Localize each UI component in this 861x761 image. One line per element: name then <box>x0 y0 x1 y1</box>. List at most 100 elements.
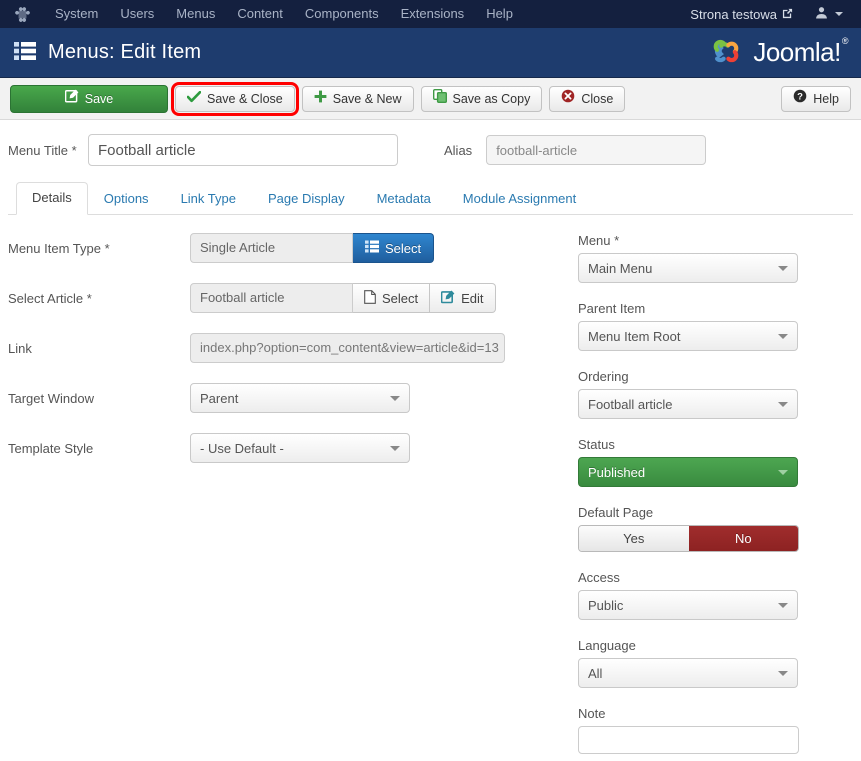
default-page-label: Default Page <box>578 505 654 520</box>
nav-item-extensions[interactable]: Extensions <box>390 0 476 28</box>
save-as-copy-label: Save as Copy <box>452 91 531 106</box>
tab-options[interactable]: Options <box>88 183 165 215</box>
question-circle-icon: ? <box>793 87 807 111</box>
save-and-close-label: Save & Close <box>207 91 283 106</box>
joomla-swirl-icon <box>707 32 745 73</box>
tab-link-type[interactable]: Link Type <box>165 183 252 215</box>
nav-item-components[interactable]: Components <box>294 0 390 28</box>
note-label: Note <box>578 706 606 721</box>
ordering-label: Ordering <box>578 369 629 384</box>
menu-title-input[interactable] <box>88 134 398 166</box>
nav-item-help[interactable]: Help <box>475 0 524 28</box>
tab-page-display[interactable]: Page Display <box>252 183 361 215</box>
svg-text:?: ? <box>797 91 803 102</box>
menu-item-type-control: Single Article Select <box>190 233 435 263</box>
nav-item-users[interactable]: Users <box>109 0 165 28</box>
file-icon <box>364 289 376 307</box>
select-article-control: Football article Select Edit <box>190 283 496 313</box>
navbar-right: Strona testowa <box>682 1 849 27</box>
tab-module-assignment[interactable]: Module Assignment <box>447 183 592 215</box>
joomla-wordmark: Joomla!® <box>753 36 849 67</box>
note-input[interactable] <box>578 726 799 754</box>
field-link: Link index.php?option=com_content&view=a… <box>8 333 578 363</box>
list-icon <box>365 240 379 256</box>
form-right-column: Menu * Main Menu Parent Item Menu Item R… <box>578 233 853 759</box>
field-ordering: Ordering Football article <box>578 369 853 419</box>
select-article-select-label: Select <box>382 290 419 306</box>
status-value: Published <box>588 464 646 480</box>
field-template-style: Template Style - Use Default - <box>8 433 578 463</box>
site-preview-link[interactable]: Strona testowa <box>682 2 801 27</box>
close-circle-icon <box>561 87 575 111</box>
joomla-brand-logo: Joomla!® <box>707 32 849 73</box>
chevron-down-icon <box>778 469 788 475</box>
field-note: Note <box>578 706 853 754</box>
pencil-square-icon <box>64 86 79 112</box>
joomla-logo-icon[interactable] <box>0 5 44 24</box>
parent-item-select[interactable]: Menu Item Root <box>578 321 798 351</box>
menu-item-type-label: Menu Item Type * <box>8 240 110 256</box>
tab-metadata[interactable]: Metadata <box>361 183 447 215</box>
chevron-down-icon <box>778 333 788 339</box>
select-article-edit-button[interactable]: Edit <box>430 283 496 313</box>
toolbar: Save Save & Close Save & New Save as Cop… <box>0 78 861 120</box>
save-button-label: Save <box>84 91 114 106</box>
save-as-copy-button[interactable]: Save as Copy <box>420 85 543 112</box>
access-value: Public <box>588 597 624 613</box>
plus-icon <box>314 87 327 111</box>
alias-label: Alias <box>444 142 473 158</box>
target-window-select[interactable]: Parent <box>190 383 410 413</box>
status-select[interactable]: Published <box>578 457 798 487</box>
help-button[interactable]: ? Help <box>781 85 851 112</box>
form-left-column: Menu Item Type * Single Article Select S… <box>8 233 578 759</box>
select-article-label: Select Article * <box>8 290 92 306</box>
parent-item-value: Menu Item Root <box>588 328 681 344</box>
nav-item-system[interactable]: System <box>44 0 109 28</box>
copy-icon <box>432 87 447 111</box>
registered-mark: ® <box>841 36 849 47</box>
alias-input[interactable] <box>486 135 707 165</box>
save-and-close-button[interactable]: Save & Close <box>171 81 299 116</box>
access-select[interactable]: Public <box>578 590 798 620</box>
chevron-down-icon <box>390 445 400 451</box>
language-value: All <box>588 665 603 681</box>
menu-item-type-select-button[interactable]: Select <box>353 233 435 263</box>
select-article-select-button[interactable]: Select <box>353 283 431 313</box>
field-access: Access Public <box>578 570 853 620</box>
language-select[interactable]: All <box>578 658 798 688</box>
main-nav-links: System Users Menus Content Components Ex… <box>44 0 682 28</box>
menu-select[interactable]: Main Menu <box>578 253 798 283</box>
access-label: Access <box>578 570 620 585</box>
target-window-value: Parent <box>200 390 239 406</box>
field-language: Language All <box>578 638 853 688</box>
field-select-article: Select Article * Football article Select <box>8 283 578 313</box>
nav-item-menus[interactable]: Menus <box>165 0 226 28</box>
page-header: Menus: Edit Item Joomla!® <box>0 28 861 78</box>
menu-item-type-value: Single Article <box>190 233 353 263</box>
save-and-new-label: Save & New <box>332 91 402 106</box>
field-menu-item-type: Menu Item Type * Single Article Select <box>8 233 578 263</box>
top-navbar: System Users Menus Content Components Ex… <box>0 0 861 28</box>
form-panel: Menu Item Type * Single Article Select S… <box>0 215 861 759</box>
default-page-no-option[interactable]: No <box>688 526 798 551</box>
check-icon <box>186 87 202 111</box>
save-and-new-button[interactable]: Save & New <box>301 85 414 112</box>
status-label: Status <box>578 437 615 452</box>
chevron-down-icon <box>778 265 788 271</box>
save-button[interactable]: Save <box>10 84 168 113</box>
ordering-select[interactable]: Football article <box>578 389 798 419</box>
menu-item-type-select-label: Select <box>385 240 422 256</box>
field-menu: Menu * Main Menu <box>578 233 853 283</box>
user-menu-button[interactable] <box>801 1 849 27</box>
user-icon <box>815 6 828 22</box>
select-article-edit-label: Edit <box>461 290 484 306</box>
field-default-page: Default Page Yes No <box>578 505 853 552</box>
chevron-down-icon <box>778 602 788 608</box>
chevron-down-icon <box>778 401 788 407</box>
template-style-select[interactable]: - Use Default - <box>190 433 410 463</box>
language-label: Language <box>578 638 636 653</box>
close-button[interactable]: Close <box>549 85 626 112</box>
nav-item-content[interactable]: Content <box>226 0 294 28</box>
default-page-yes-option[interactable]: Yes <box>579 526 689 551</box>
tab-details[interactable]: Details <box>16 182 88 215</box>
